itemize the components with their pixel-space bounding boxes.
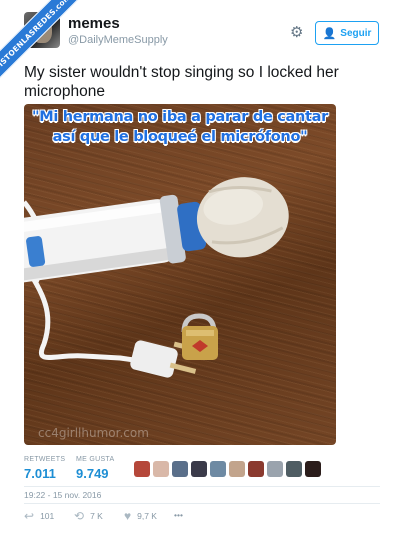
tweet-photo[interactable]: "Mi hermana no iba a parar de cantar así… — [24, 104, 336, 445]
image-watermark: cc4girllhumor.com — [38, 426, 149, 440]
liker-avatar[interactable] — [210, 461, 226, 477]
liker-avatar[interactable] — [248, 461, 264, 477]
like-action[interactable]: ♥ 9,7 K — [124, 510, 157, 522]
likes-label: ME GUSTA — [76, 456, 115, 463]
reply-icon: ↩ — [24, 509, 35, 523]
liker-avatar[interactable] — [172, 461, 188, 477]
like-count: 9,7 K — [137, 511, 157, 521]
follow-button-label: Seguir — [340, 27, 372, 39]
divider — [24, 486, 380, 487]
retweets-value: 7.011 — [24, 466, 56, 481]
follow-button[interactable]: 👤 Seguir — [315, 21, 379, 45]
reply-count: 101 — [40, 511, 55, 521]
liker-avatar[interactable] — [229, 461, 245, 477]
retweets-label: RETWEETS — [24, 456, 66, 463]
author-name[interactable]: memes — [68, 15, 120, 32]
liker-avatars — [134, 461, 321, 477]
author-handle[interactable]: @DailyMemeSupply — [68, 34, 168, 46]
liker-avatar[interactable] — [153, 461, 169, 477]
tweet-header: memes @DailyMemeSupply ⚙ 👤 Seguir — [24, 12, 380, 58]
photo-illustration — [24, 177, 289, 378]
heart-icon: ♥ — [124, 509, 132, 523]
retweet-icon: ⟲ — [74, 509, 85, 523]
reply-action[interactable]: ↩ 101 — [24, 510, 54, 522]
retweet-action[interactable]: ⟲ 7 K — [74, 510, 103, 522]
more-icon: ••• — [174, 510, 183, 520]
image-caption-line1: "Mi hermana no iba a parar de cantar — [31, 109, 329, 125]
tweet-timestamp[interactable]: 19:22 - 15 nov. 2016 — [24, 490, 101, 500]
likes-stat[interactable]: ME GUSTA 9.749 — [76, 456, 114, 481]
image-caption-line2: así que le bloqueé el micrófono" — [52, 129, 308, 145]
tweet-text: My sister wouldn't stop singing so I loc… — [24, 64, 339, 100]
liker-avatar[interactable] — [267, 461, 283, 477]
liker-avatar[interactable] — [134, 461, 150, 477]
tweet-actions: ↩ 101 ⟲ 7 K ♥ 9,7 K ••• — [24, 510, 380, 526]
liker-avatar[interactable] — [286, 461, 302, 477]
liker-avatar[interactable] — [305, 461, 321, 477]
retweets-stat[interactable]: RETWEETS 7.011 — [24, 456, 65, 481]
gear-icon[interactable]: ⚙ — [290, 25, 304, 40]
retweet-count: 7 K — [90, 511, 103, 521]
more-action[interactable]: ••• — [174, 510, 183, 520]
likes-value: 9.749 — [76, 466, 109, 481]
divider — [24, 503, 380, 504]
add-user-icon: 👤 — [322, 27, 337, 40]
liker-avatar[interactable] — [191, 461, 207, 477]
